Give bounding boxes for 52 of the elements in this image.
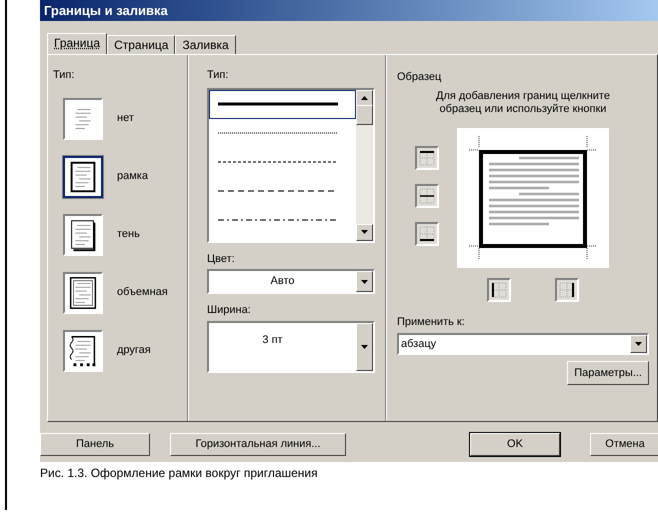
- border-setting-button[interactable]: [63, 272, 103, 314]
- setting-label: Тип:: [53, 68, 76, 83]
- dropdown-arrow-button[interactable]: [630, 335, 647, 353]
- caret-icon: [635, 342, 642, 346]
- width-dropdown[interactable]: 3 пт: [207, 320, 375, 372]
- border-side-icon: [417, 224, 437, 244]
- border-setting-button[interactable]: [63, 156, 103, 198]
- tab[interactable]: Граница: [47, 33, 108, 54]
- window-title: Границы и заливка: [44, 2, 168, 20]
- border-setting-button[interactable]: [63, 330, 103, 372]
- apply-to-label: Применить к:: [397, 314, 466, 330]
- style-label: Тип:: [207, 68, 230, 83]
- border-side-button[interactable]: [487, 278, 511, 302]
- setting-label: объемная: [117, 285, 168, 300]
- border-side-button[interactable]: [415, 222, 439, 246]
- border-side-button[interactable]: [415, 146, 439, 170]
- options-button[interactable]: Параметры...: [567, 361, 649, 385]
- line-style-item[interactable]: [209, 90, 356, 118]
- tab[interactable]: Страница: [107, 35, 176, 54]
- setting-label: рамка: [117, 169, 148, 184]
- dialog-button[interactable]: Отмена: [590, 432, 658, 456]
- dialog-button[interactable]: Панель: [40, 432, 150, 456]
- width-label: Ширина:: [207, 303, 252, 318]
- apply-to-dropdown[interactable]: абзацу: [397, 333, 649, 355]
- color-dropdown[interactable]: Авто: [207, 269, 375, 294]
- dialog-button[interactable]: OK: [470, 432, 560, 456]
- color-label: Цвет:: [207, 252, 236, 266]
- border-side-button[interactable]: [555, 278, 579, 302]
- border-setting-button[interactable]: [63, 214, 103, 256]
- preview-hint: Для добавления границ щелкните образец или используйте кнопки: [435, 90, 611, 116]
- line-style-list[interactable]: [207, 88, 375, 242]
- border-preview[interactable]: [457, 128, 609, 268]
- scrollbar[interactable]: [356, 90, 373, 240]
- setting-label: другая: [117, 343, 151, 358]
- dropdown-arrow-button[interactable]: [356, 271, 373, 292]
- up-arrow-icon: [361, 96, 368, 100]
- preview-label: Образец: [397, 70, 442, 85]
- border-side-icon: [417, 186, 437, 206]
- caret-icon: [361, 344, 368, 348]
- tab[interactable]: Заливка: [175, 35, 236, 54]
- border-side-icon: [557, 280, 577, 300]
- scrollbar-thumb[interactable]: [356, 105, 373, 125]
- border-side-icon: [417, 148, 437, 168]
- dialog-button[interactable]: Горизонтальная линия...: [170, 432, 346, 456]
- dropdown-arrow-button[interactable]: [356, 322, 373, 370]
- setting-label: нет: [117, 111, 134, 126]
- setting-label: тень: [117, 227, 140, 242]
- caret-icon: [361, 280, 368, 284]
- figure-caption: Рис. 1.3. Оформление рамки вокруг приглашения: [40, 465, 319, 482]
- border-side-button[interactable]: [415, 184, 439, 208]
- border-side-icon: [489, 280, 509, 300]
- down-arrow-icon: [361, 230, 368, 234]
